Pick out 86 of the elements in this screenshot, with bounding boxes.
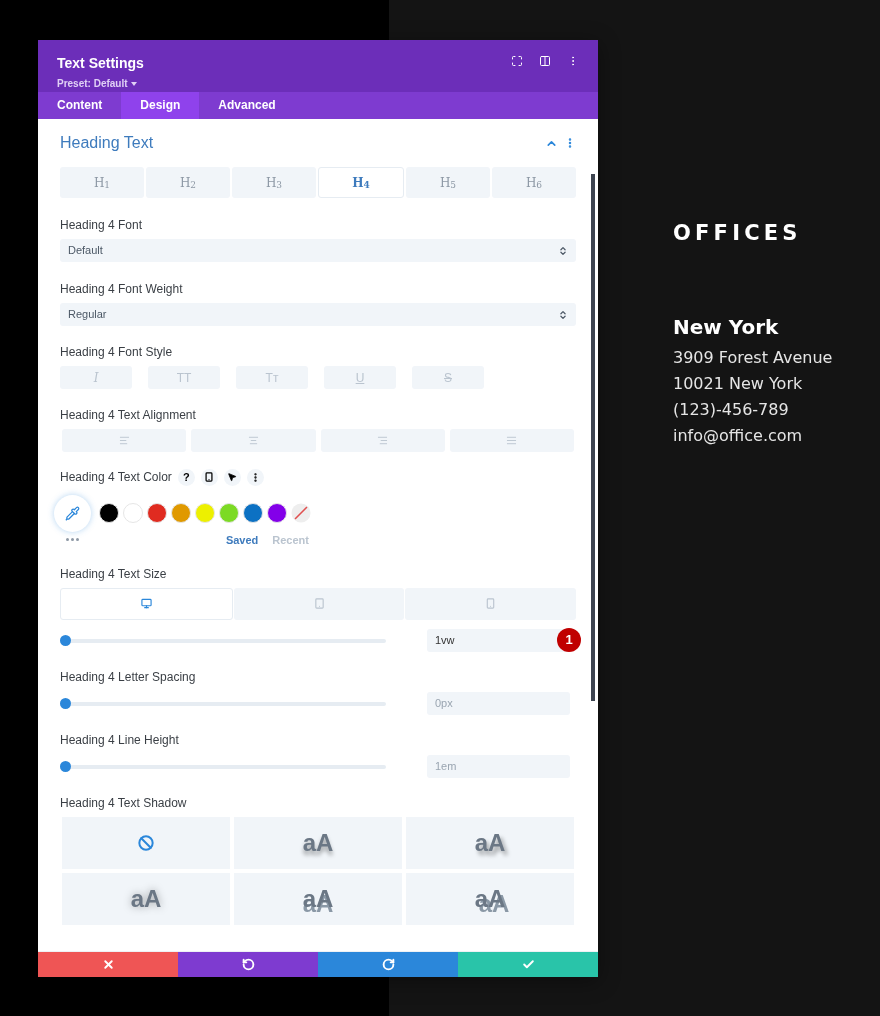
heading-level-tab[interactable]: H$_{3}$ (232, 167, 316, 198)
responsive-button[interactable] (200, 468, 218, 486)
align-icon (118, 435, 130, 446)
caret-icon (130, 81, 137, 86)
hover-button[interactable] (223, 468, 241, 486)
fullscreen-icon[interactable] (511, 55, 523, 67)
slider-thumb[interactable] (60, 760, 71, 772)
field-label: Heading 4 Text Shadow (60, 794, 188, 812)
no-color-swatch[interactable] (291, 503, 311, 523)
align-icon (247, 435, 259, 446)
select-field[interactable]: Regular (60, 303, 576, 326)
tab[interactable]: Design (121, 91, 200, 119)
office-line: (123)-456-789 (673, 398, 790, 421)
color-swatch[interactable] (123, 503, 143, 523)
modal-title: Text Settings (57, 54, 144, 73)
color-swatch[interactable] (195, 503, 215, 523)
city-heading: New York (673, 313, 780, 341)
section-title[interactable]: Heading Text (60, 131, 154, 155)
align-icon (506, 435, 518, 446)
color-swatch[interactable] (171, 503, 191, 523)
palette-tab[interactable]: Saved (225, 532, 259, 549)
tab[interactable]: Content (38, 91, 122, 119)
offices-heading: OFFICES (673, 220, 803, 247)
help-button[interactable]: ? (177, 468, 195, 486)
phone-icon (485, 598, 497, 609)
eyedropper-button[interactable] (54, 495, 91, 532)
select-caret-icon (558, 309, 568, 320)
color-swatch[interactable] (147, 503, 167, 523)
field-label: Heading 4 Text Alignment (60, 407, 197, 424)
heading-level-tab[interactable]: H$_{5}$ (406, 167, 490, 198)
heading-level-tab[interactable]: H$_{2}$ (146, 167, 230, 198)
align-icon (377, 435, 389, 446)
heading-level-tab[interactable]: H$_{6}$ (492, 167, 576, 198)
tab[interactable]: Advanced (199, 91, 295, 119)
no-shadow-icon (138, 834, 154, 851)
tablet-icon (313, 598, 325, 609)
value-field[interactable]: 1em (427, 754, 570, 778)
shadow-preset[interactable]: aA (234, 816, 402, 869)
color-swatch[interactable] (267, 503, 287, 523)
color-swatch[interactable] (99, 503, 119, 523)
cursor-icon (227, 472, 238, 482)
undo-button[interactable] (178, 951, 318, 977)
preset-dropdown[interactable]: Preset: Default (57, 76, 144, 91)
select-field[interactable]: Default (60, 239, 576, 262)
step-badge: 1 (557, 628, 581, 652)
eyedropper-icon (65, 506, 80, 521)
field-label: Heading 4 Font (60, 217, 144, 234)
shadow-sample: aA (474, 883, 506, 914)
color-swatch[interactable] (243, 503, 263, 523)
redo-icon (381, 957, 395, 971)
split-view-icon[interactable] (539, 55, 551, 67)
desktop-icon (140, 598, 152, 609)
shadow-preset[interactable]: aA (406, 816, 574, 869)
shadow-preset[interactable]: aA (406, 872, 574, 925)
value-field[interactable]: 0px (427, 691, 570, 715)
close-button[interactable] (38, 951, 178, 977)
field-label: Heading 4 Line Height (60, 731, 180, 749)
save-icon (521, 957, 535, 971)
office-line: info@office.com (673, 424, 804, 447)
shadow-sample: aA (302, 883, 334, 914)
shadow-sample: aA (302, 827, 334, 858)
heading-level-tab[interactable]: H$_{1}$ (60, 167, 144, 198)
office-line: 10021 New York (673, 372, 804, 395)
shadow-preset[interactable]: aA (234, 872, 402, 925)
field-label: Heading 4 Text Color (60, 469, 172, 486)
field-label: Heading 4 Text Size (60, 565, 168, 583)
heading-level-tab[interactable]: H$_{4}$ (318, 167, 404, 198)
select-caret-icon (558, 245, 568, 256)
field-label: Heading 4 Font Weight (60, 281, 184, 298)
color-swatch[interactable] (219, 503, 239, 523)
field-label: Heading 4 Font Style (60, 344, 174, 361)
field-label: Heading 4 Letter Spacing (60, 668, 197, 686)
redo-button[interactable] (318, 951, 458, 977)
phone-icon (204, 472, 215, 482)
scrollbar-thumb[interactable] (591, 174, 595, 701)
options-button[interactable] (246, 468, 264, 486)
shadow-sample: aA (474, 827, 506, 858)
save-button[interactable] (458, 951, 598, 977)
shadow-preset[interactable]: aA (62, 872, 230, 925)
more-colors-icon[interactable] (66, 538, 79, 541)
shadow-sample: aA (130, 883, 162, 914)
cancel-icon (101, 957, 115, 971)
slider-thumb[interactable] (60, 697, 71, 709)
undo-icon (241, 957, 255, 971)
office-line: 3909 Forest Avenue (673, 346, 834, 369)
slider-thumb[interactable] (60, 634, 71, 646)
